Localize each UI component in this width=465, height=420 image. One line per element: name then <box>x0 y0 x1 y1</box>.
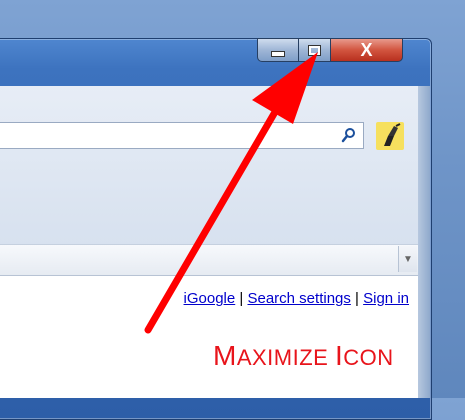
search-input[interactable] <box>0 122 364 149</box>
annotation-label: MAXIMIZE ICON <box>213 340 394 371</box>
chevron-down-icon: ▼ <box>403 253 413 265</box>
highlighter-icon[interactable] <box>376 122 404 150</box>
caption-buttons: X <box>257 38 417 65</box>
link-igoogle[interactable]: iGoogle <box>184 290 236 307</box>
maximize-button[interactable] <box>299 38 331 62</box>
tab-strip <box>0 244 418 276</box>
dropdown-button[interactable]: ▼ <box>398 246 417 272</box>
window-right-border <box>418 86 430 398</box>
title-bar: X <box>0 38 425 81</box>
link-sign-in[interactable]: Sign in <box>363 290 409 307</box>
link-separator: | <box>239 290 244 307</box>
close-icon: X <box>360 39 373 60</box>
top-links: iGoogle | Search settings | Sign in <box>184 290 409 307</box>
link-search-settings[interactable]: Search settings <box>247 290 350 307</box>
link-separator: | <box>355 290 359 307</box>
minimize-button[interactable] <box>257 38 299 62</box>
toolbar-area <box>0 86 418 246</box>
maximize-icon <box>308 44 321 56</box>
search-icon[interactable] <box>341 127 357 143</box>
close-button[interactable]: X <box>331 38 403 62</box>
minimize-icon <box>271 51 285 57</box>
